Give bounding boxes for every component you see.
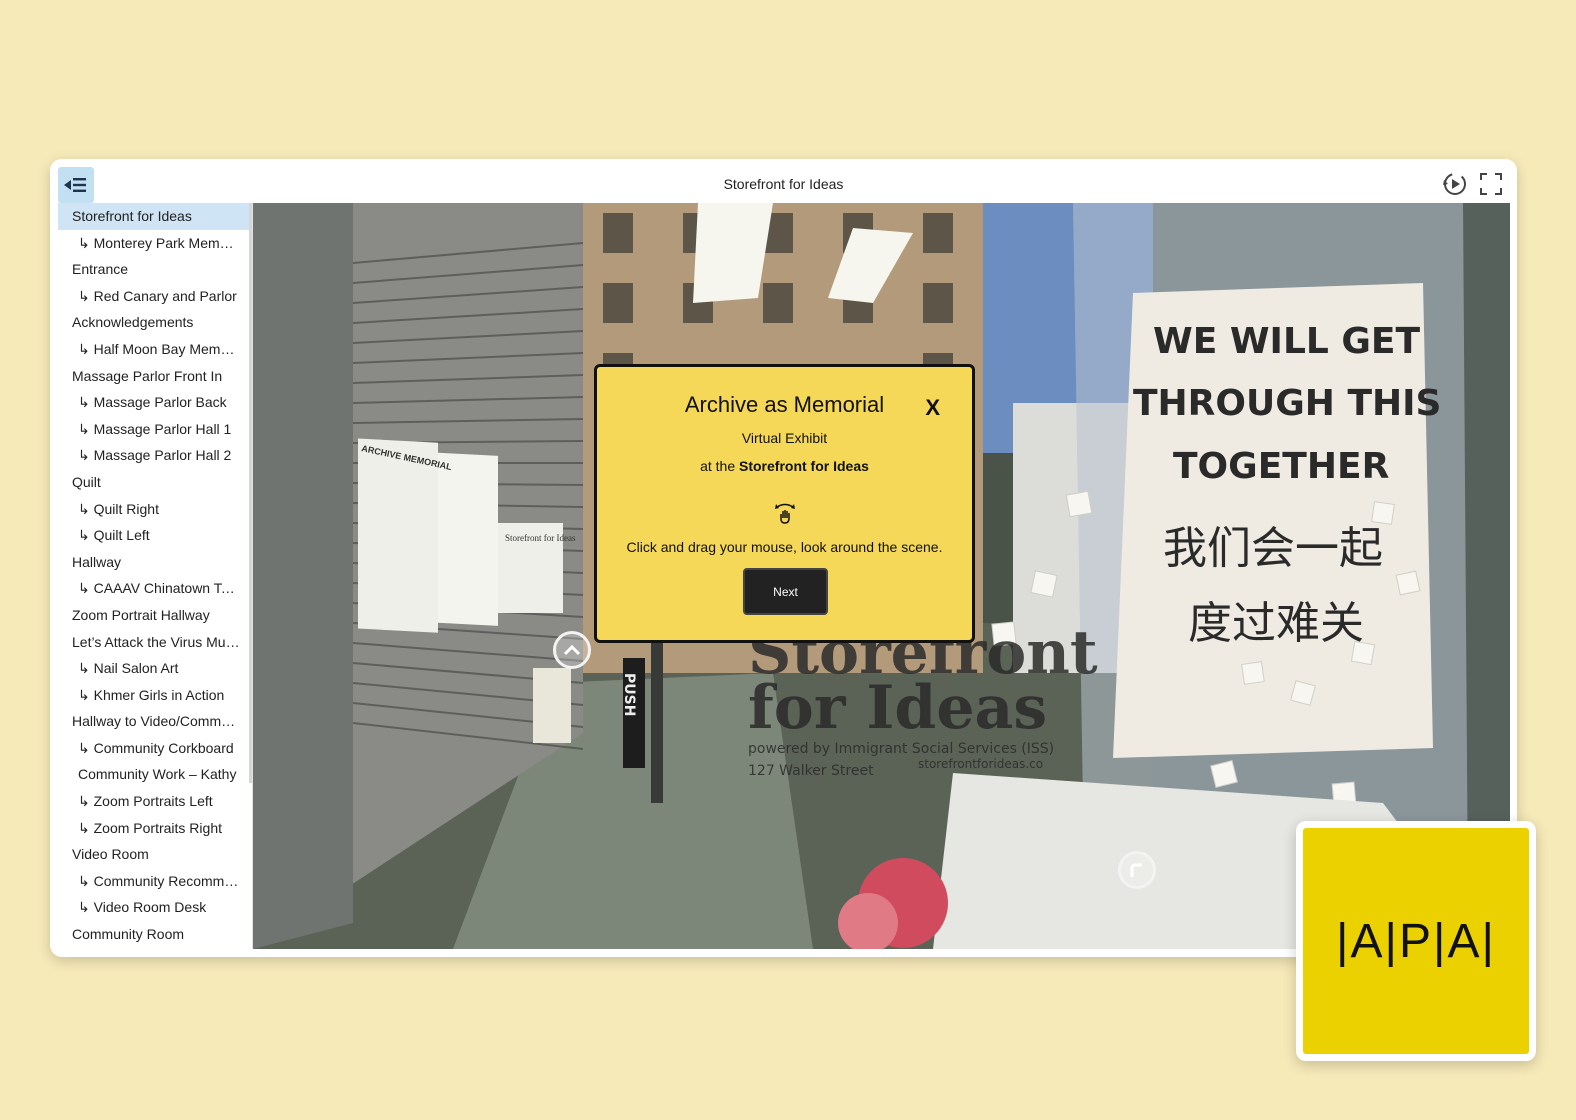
page-title: Storefront for Ideas	[723, 176, 844, 192]
scene-list-item[interactable]: ↳ Zoom Portraits Left	[58, 788, 252, 815]
dialog-hint: Click and drag your mouse, look around t…	[626, 539, 943, 555]
next-button[interactable]: Next	[743, 568, 828, 615]
scene-list-item[interactable]: ↳ Zoom Portraits Right	[58, 815, 252, 842]
scene-list-item[interactable]: ↳ Monterey Park Memorial	[58, 230, 252, 257]
svg-text:storefrontforideas.co: storefrontforideas.co	[918, 757, 1043, 771]
scene-list-item[interactable]: ↳ CAAAV Chinatown Tenants	[58, 575, 252, 602]
svg-text:THROUGH THIS: THROUGH THIS	[1133, 383, 1441, 424]
svg-text:WE WILL GET: WE WILL GET	[1153, 321, 1420, 362]
drag-hand-icon	[775, 503, 795, 524]
fullscreen-icon[interactable]	[1478, 171, 1504, 197]
svg-text:度过难关: 度过难关	[1188, 598, 1364, 649]
svg-text:我们会一起: 我们会一起	[1163, 523, 1383, 574]
scene-list-item[interactable]: Entrance	[58, 256, 252, 283]
scene-list-item[interactable]: ↳ Massage Parlor Hall 1	[58, 416, 252, 443]
close-button[interactable]: X	[925, 395, 940, 421]
scene-list-item[interactable]: ↳ Quilt Right	[58, 496, 252, 523]
scene-list-item[interactable]: Video Room	[58, 841, 252, 868]
scene-list-item[interactable]: Storefront for Ideas	[58, 203, 252, 230]
scene-list-item[interactable]: ↳ Video Room Desk	[58, 894, 252, 921]
autorotate-icon[interactable]	[1442, 171, 1468, 197]
intro-dialog: Archive as Memorial X Virtual Exhibit at…	[594, 364, 975, 643]
svg-text:127 Walker Street: 127 Walker Street	[748, 763, 874, 779]
poster-title-text: Storefront for Ideas	[505, 533, 576, 543]
scene-list-item[interactable]: ↳ Massage Parlor Back	[58, 389, 252, 416]
svg-text:TOGETHER: TOGETHER	[1173, 446, 1389, 487]
apa-logo: |A|P|A|	[1296, 821, 1536, 1061]
venue-name: Storefront for Ideas	[739, 458, 869, 474]
scene-list-item[interactable]: Community Room	[58, 921, 252, 948]
scene-list-item[interactable]: ↳ Massage Parlor Hall 2	[58, 442, 252, 469]
scene-list-item[interactable]: ↳ Half Moon Bay Memorial	[58, 336, 252, 363]
title-bar: Storefront for Ideas	[50, 159, 1517, 203]
scene-list-item[interactable]: Hallway to Video/Community	[58, 708, 252, 735]
svg-text:for Ideas: for Ideas	[748, 673, 1047, 743]
venue-prefix: at the	[700, 458, 739, 474]
turn-arrow-icon	[1130, 863, 1142, 877]
scene-list-item[interactable]: Acknowledgements	[58, 309, 252, 336]
door-push-label: PUSH	[621, 673, 637, 716]
scene-list-item[interactable]: ↳ Quilt Left	[58, 522, 252, 549]
scene-list-item[interactable]: ↳ Khmer Girls in Action	[58, 682, 252, 709]
scene-list-item[interactable]: Zoom Portrait Hallway	[58, 602, 252, 629]
scene-hotspot-turn[interactable]	[1118, 851, 1156, 889]
chevron-up-icon	[563, 644, 581, 656]
scene-list-item[interactable]: Hallway	[58, 549, 252, 576]
scene-list-item[interactable]: ↳ Community Corkboard	[58, 735, 252, 762]
scene-list-item[interactable]: Community Work – Kathy	[58, 761, 252, 788]
dialog-venue-line: at the Storefront for Ideas	[597, 458, 972, 474]
scene-list-item[interactable]: ↳ Red Canary and Parlor	[58, 283, 252, 310]
scene-list-item[interactable]: Massage Parlor Front In	[58, 363, 252, 390]
scene-list-item[interactable]: ↳ Community Recommendations	[58, 868, 252, 895]
apa-logo-text: |A|P|A|	[1336, 914, 1496, 968]
dialog-subtitle: Virtual Exhibit	[741, 430, 828, 446]
scene-hotspot-forward[interactable]	[553, 631, 591, 669]
dialog-title: Archive as Memorial	[684, 392, 885, 417]
scene-list-item[interactable]: Quilt	[58, 469, 252, 496]
scene-list-item[interactable]: ↳ Nail Salon Art	[58, 655, 252, 682]
scene-list: Storefront for Ideas ↳ Monterey Park Memo…	[58, 203, 253, 949]
scene-list-item[interactable]: Let’s Attack the Virus Mural	[58, 629, 252, 656]
scene-list-items: Storefront for Ideas ↳ Monterey Park Memo…	[58, 203, 252, 948]
svg-text:powered by Immigrant Social Se: powered by Immigrant Social Services (IS…	[748, 741, 1054, 757]
